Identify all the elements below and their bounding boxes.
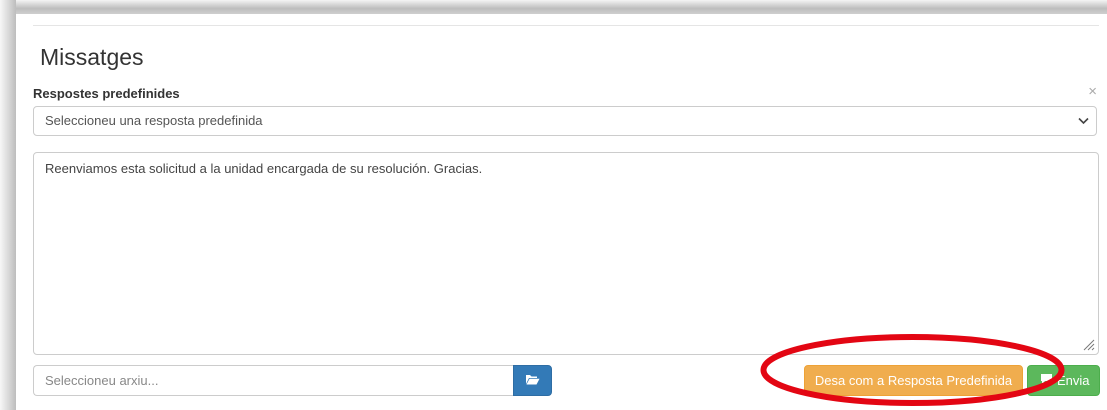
predefined-response-select[interactable]: Seleccioneu una resposta predefinida [33, 106, 1097, 136]
predefined-response-select-value: Seleccioneu una resposta predefinida [45, 113, 263, 128]
messages-panel: Missatges Respostes predefinides × Selec… [16, 14, 1107, 410]
send-button[interactable]: Envia [1027, 365, 1100, 396]
page-title: Missatges [40, 44, 144, 70]
save-as-predefined-label: Desa com a Resposta Predefinida [814, 373, 1013, 388]
resize-grip-icon[interactable] [1081, 337, 1095, 351]
screenshot-frame-left [0, 0, 16, 410]
browse-file-button[interactable] [513, 365, 552, 396]
folder-open-icon [525, 372, 540, 390]
save-as-predefined-button[interactable]: Desa com a Resposta Predefinida [804, 365, 1023, 396]
close-icon[interactable]: × [1088, 83, 1097, 100]
send-label: Envia [1057, 373, 1090, 388]
file-select-placeholder: Seleccioneu arxiu... [45, 373, 159, 388]
chevron-down-icon [1076, 107, 1090, 135]
divider [33, 25, 1099, 26]
message-textarea[interactable]: Reenviamos esta solicitud a la unidad en… [33, 152, 1099, 355]
screenshot-frame-top [0, 0, 1107, 14]
message-text: Reenviamos esta solicitud a la unidad en… [45, 161, 483, 176]
comment-icon [1040, 373, 1053, 388]
predefined-responses-label: Respostes predefinides [33, 86, 180, 101]
file-select-input[interactable]: Seleccioneu arxiu... [33, 365, 513, 396]
